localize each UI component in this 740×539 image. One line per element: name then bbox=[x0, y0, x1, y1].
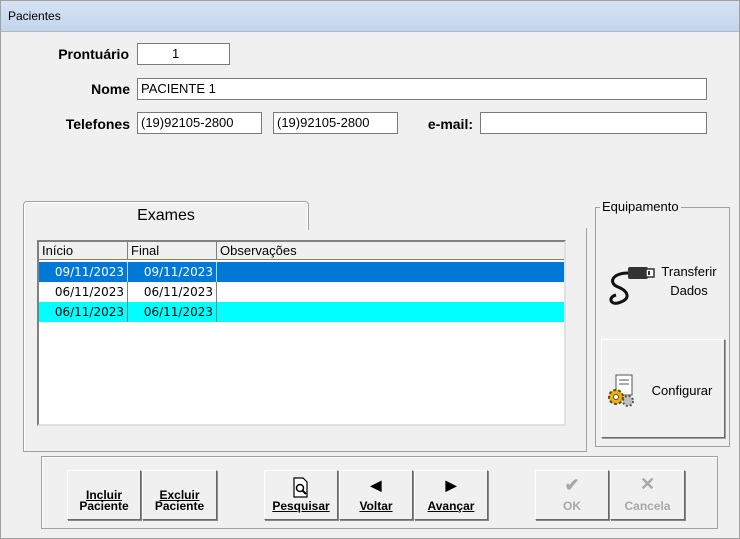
cell-final: 06/11/2023 bbox=[128, 282, 217, 302]
transferir-label-line1: Transferir bbox=[661, 264, 717, 279]
equipamento-legend: Equipamento bbox=[600, 199, 681, 214]
voltar-label: Voltar bbox=[340, 500, 412, 513]
cell-final: 09/11/2023 bbox=[128, 262, 217, 282]
configurar-label: Configurar bbox=[651, 383, 713, 398]
usb-cable-icon bbox=[606, 259, 658, 309]
telefone2-field[interactable]: (19)92105-2800 bbox=[273, 112, 398, 134]
cancela-button[interactable]: ✕ Cancela bbox=[610, 470, 685, 520]
incluir-label-line2: Paciente bbox=[79, 499, 129, 513]
close-icon: ✕ bbox=[639, 474, 656, 494]
email-label: e-mail: bbox=[427, 116, 473, 132]
cell-inicio: 06/11/2023 bbox=[39, 302, 128, 322]
tab-exames-label: Exames bbox=[137, 207, 195, 224]
configure-gears-icon bbox=[606, 373, 638, 407]
table-row[interactable]: 06/11/2023 06/11/2023 bbox=[39, 302, 564, 322]
pesquisar-text: Pesquisar bbox=[272, 499, 330, 513]
column-header-observacoes[interactable]: Observações bbox=[217, 242, 564, 260]
transferir-label-line2: Dados bbox=[670, 283, 708, 298]
pesquisar-label: Pesquisar bbox=[265, 500, 337, 513]
transferir-dados-button[interactable]: Transferir Dados bbox=[601, 238, 725, 330]
window-title: Pacientes bbox=[8, 9, 61, 23]
nome-label: Nome bbox=[91, 81, 130, 97]
voltar-text: Voltar bbox=[359, 499, 393, 513]
cancela-label: Cancela bbox=[624, 499, 671, 513]
ok-button[interactable]: ✔ OK bbox=[535, 470, 609, 520]
prontuario-field[interactable]: 1 bbox=[137, 43, 230, 65]
avancar-label: Avançar bbox=[415, 500, 487, 513]
telefone1-field[interactable]: (19)92105-2800 bbox=[137, 112, 262, 134]
telefones-label: Telefones bbox=[65, 116, 130, 132]
column-header-inicio[interactable]: Início bbox=[39, 242, 128, 260]
ok-label: OK bbox=[563, 499, 581, 513]
avancar-text: Avançar bbox=[427, 499, 475, 513]
arrow-left-icon: ◀ bbox=[370, 477, 382, 493]
excluir-paciente-button[interactable]: Excluir Paciente bbox=[142, 470, 217, 520]
cell-observacoes bbox=[217, 262, 564, 282]
cell-observacoes bbox=[217, 302, 564, 322]
avancar-button[interactable]: ▶ Avançar bbox=[414, 470, 488, 520]
exames-grid[interactable]: Início Final Observações 09/11/2023 09/1… bbox=[37, 240, 566, 426]
voltar-button[interactable]: ◀ Voltar bbox=[339, 470, 413, 520]
incluir-paciente-button[interactable]: Incluir Paciente bbox=[67, 470, 141, 520]
excluir-label-line2: Paciente bbox=[154, 499, 205, 513]
checkmark-icon: ✔ bbox=[564, 475, 580, 495]
table-row[interactable]: 09/11/2023 09/11/2023 bbox=[39, 262, 564, 282]
cell-observacoes bbox=[217, 282, 564, 302]
email-field[interactable] bbox=[480, 112, 707, 134]
table-row[interactable]: 06/11/2023 06/11/2023 bbox=[39, 282, 564, 302]
configurar-button[interactable]: Configurar bbox=[601, 339, 725, 438]
title-bar[interactable]: Pacientes bbox=[1, 1, 739, 32]
arrow-right-icon: ▶ bbox=[445, 477, 457, 493]
cell-inicio: 06/11/2023 bbox=[39, 282, 128, 302]
prontuario-label: Prontuário bbox=[58, 46, 129, 62]
tab-exames[interactable]: Exames bbox=[23, 201, 309, 230]
column-header-final[interactable]: Final bbox=[128, 242, 217, 260]
pacientes-window: Pacientes Prontuário 1 Nome PACIENTE 1 T… bbox=[0, 0, 740, 539]
cell-final: 06/11/2023 bbox=[128, 302, 217, 322]
nome-field[interactable]: PACIENTE 1 bbox=[137, 78, 707, 100]
pesquisar-button[interactable]: Pesquisar bbox=[264, 470, 338, 520]
cell-inicio: 09/11/2023 bbox=[39, 262, 128, 282]
